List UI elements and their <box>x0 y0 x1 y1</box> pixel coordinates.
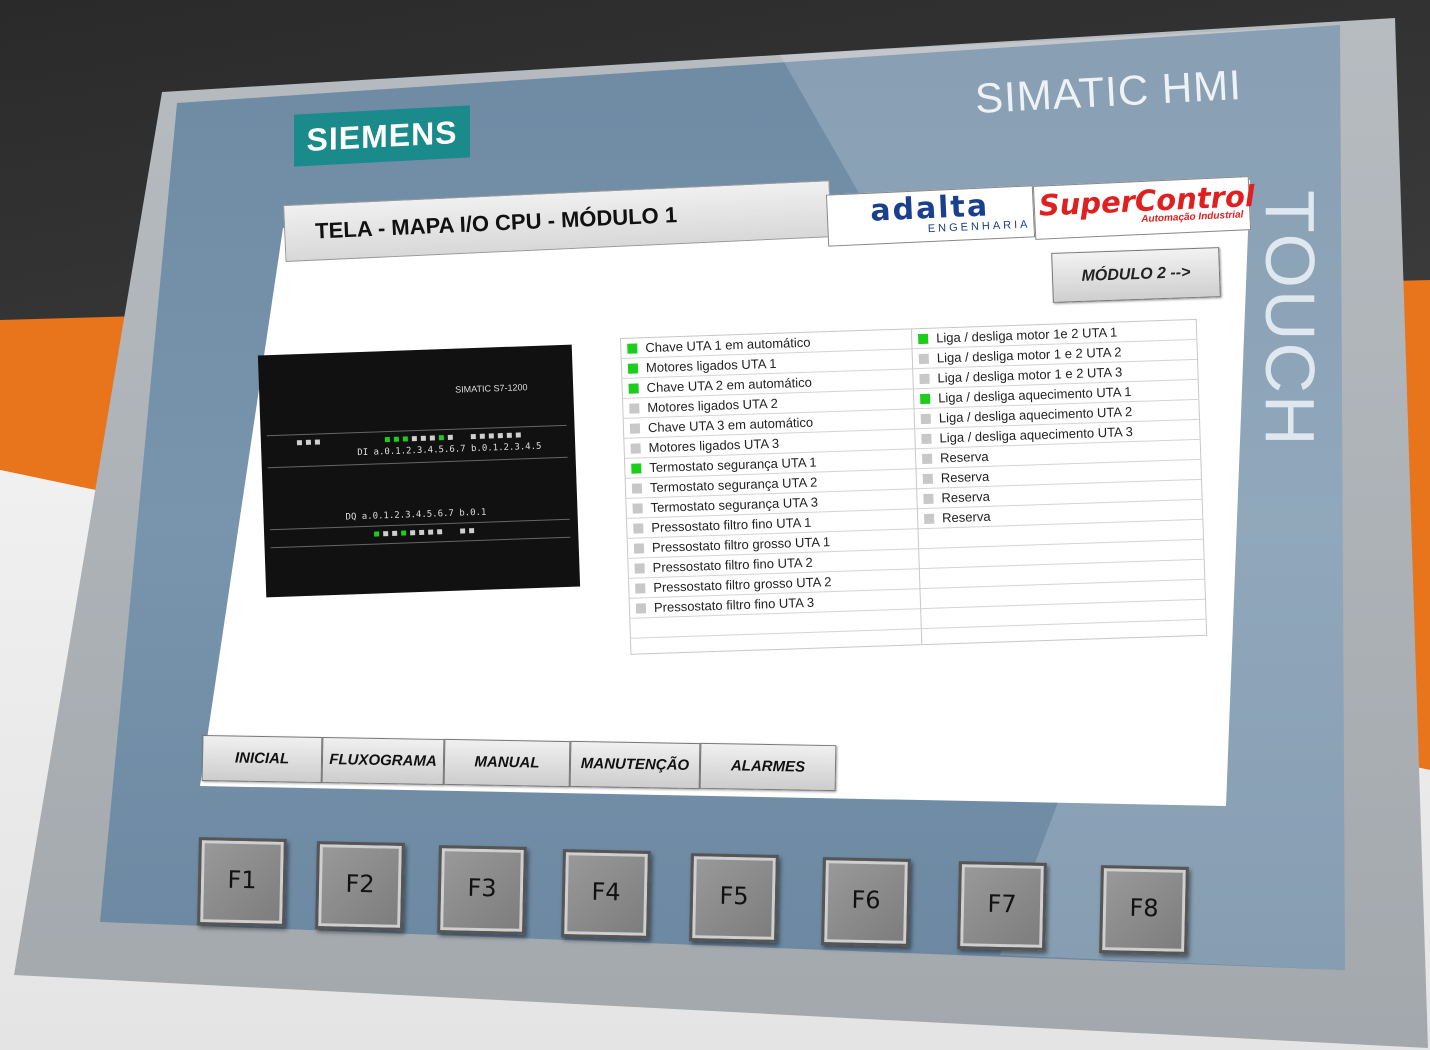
function-key-f2[interactable]: F2 <box>315 841 405 931</box>
output-status-indicator <box>920 393 931 405</box>
plc-led <box>411 436 417 442</box>
plc-led <box>479 433 485 439</box>
input-status-indicator <box>631 483 643 494</box>
plc-led <box>419 529 425 536</box>
touch-label: TOUCH <box>1251 190 1329 448</box>
input-label: Pressostato filtro grosso UTA 2 <box>653 574 832 596</box>
plc-led <box>429 435 435 441</box>
siemens-logo: SIEMENS <box>294 105 470 167</box>
output-status-indicator <box>918 353 930 365</box>
plc-led <box>428 529 434 535</box>
output-status-indicator <box>920 413 932 425</box>
plc-dq-text: DQ a.0.1.2.3.4.5.6.7 b.0.1 <box>345 507 487 523</box>
supercontrol-logo: SuperControl Automação Industrial <box>1032 176 1255 240</box>
plc-led <box>447 434 453 440</box>
plc-led <box>469 528 475 534</box>
plc-led <box>438 435 444 441</box>
function-key-f7[interactable]: F7 <box>957 861 1047 951</box>
input-status-indicator <box>627 343 638 354</box>
input-status-indicator <box>634 563 645 574</box>
plc-status-led <box>305 439 312 445</box>
output-status-indicator <box>921 433 932 445</box>
plc-led <box>402 436 408 442</box>
plc-led <box>506 432 512 438</box>
input-label: Motores ligados UTA 1 <box>645 355 777 376</box>
input-label: Chave UTA 3 em automático <box>647 414 814 436</box>
adalta-logo: adalta ENGENHARIA <box>825 185 1036 247</box>
function-key-f8[interactable]: F8 <box>1099 865 1189 955</box>
input-status-indicator <box>628 383 639 394</box>
plc-led <box>383 531 389 537</box>
plc-divider <box>267 456 568 469</box>
input-status-indicator <box>632 503 643 514</box>
plc-led <box>393 436 399 442</box>
input-label: Pressostato filtro fino UTA 1 <box>651 514 812 536</box>
plc-led <box>392 530 398 536</box>
input-label: Termostato segurança UTA 2 <box>649 474 818 496</box>
modulo-2-button[interactable]: MÓDULO 2 --> <box>1051 247 1221 303</box>
nav-button-manual[interactable]: MANUAL <box>443 738 571 788</box>
plc-model-label: SIMATIC S7-1200 <box>455 382 528 395</box>
io-map-table: Chave UTA 1 em automático Motores ligados… <box>620 318 1208 655</box>
input-label: Pressostato filtro fino UTA 3 <box>653 594 815 616</box>
plc-status-led <box>296 440 303 446</box>
input-status-indicator <box>633 543 645 554</box>
input-status-indicator <box>629 423 641 434</box>
plc-divider <box>269 518 570 531</box>
input-label: Termostato segurança UTA 1 <box>649 454 817 476</box>
input-status-indicator <box>631 463 642 474</box>
input-label: Termostato segurança UTA 3 <box>650 494 819 516</box>
input-label: Pressostato filtro fino UTA 2 <box>652 554 813 576</box>
function-key-f6[interactable]: F6 <box>821 857 911 947</box>
output-status-indicator <box>924 513 935 525</box>
input-label: Motores ligados UTA 3 <box>648 435 780 456</box>
output-label: Reserva <box>939 448 989 466</box>
input-status-indicator <box>633 523 644 534</box>
plc-status-led <box>314 439 321 445</box>
plc-module-image: SIMATIC S7-1200 DI a.0.1.2.3.4.5.6.7 b.0… <box>257 344 581 598</box>
input-label: Motores ligados UTA 2 <box>647 395 779 416</box>
plc-led <box>384 436 390 443</box>
input-label: Chave UTA 2 em automático <box>646 374 813 396</box>
function-key-f4[interactable]: F4 <box>561 849 651 939</box>
plc-divider <box>270 536 571 549</box>
plc-di-text: DI a.0.1.2.3.4.5.6.7 b.0.1.2.3.4.5 <box>357 441 542 459</box>
output-label: Reserva <box>941 488 991 506</box>
plc-led <box>470 433 476 440</box>
plc-led <box>515 432 521 438</box>
input-status-indicator <box>630 443 641 454</box>
nav-button-fluxograma[interactable]: FLUXOGRAMA <box>321 736 445 786</box>
output-status-indicator <box>919 373 930 385</box>
output-label: Reserva <box>940 468 990 486</box>
output-status-indicator <box>922 473 934 485</box>
output-status-indicator <box>918 333 929 345</box>
output-label: Reserva <box>941 508 991 526</box>
plc-led <box>488 433 494 439</box>
input-status-indicator <box>627 363 639 374</box>
plc-divider <box>266 424 567 437</box>
screen-title: TELA - MAPA I/O CPU - MÓDULO 1 <box>314 202 678 244</box>
function-key-f3[interactable]: F3 <box>437 845 527 935</box>
input-status-indicator <box>635 603 647 614</box>
plc-led <box>410 530 416 536</box>
nav-button-alarmes[interactable]: ALARMES <box>699 742 837 792</box>
plc-led <box>460 528 466 534</box>
input-label: Chave UTA 1 em automático <box>645 334 811 356</box>
output-status-indicator <box>923 493 934 505</box>
plc-led <box>437 529 443 535</box>
plc-led <box>497 433 503 439</box>
nav-button-inicial[interactable]: INICIAL <box>201 734 323 784</box>
function-key-f5[interactable]: F5 <box>689 853 779 943</box>
plc-led <box>420 435 426 441</box>
input-label: Pressostato filtro grosso UTA 1 <box>651 534 831 556</box>
input-status-indicator <box>635 583 646 594</box>
function-key-f1[interactable]: F1 <box>197 837 287 927</box>
plc-led <box>374 531 380 537</box>
nav-button-manutenção[interactable]: MANUTENÇÃO <box>569 740 701 790</box>
input-status-indicator <box>629 403 640 414</box>
output-label: Liga / desliga motor 1e 2 UTA 1 <box>935 324 1118 346</box>
plc-led <box>401 530 407 536</box>
output-status-indicator <box>922 453 933 465</box>
